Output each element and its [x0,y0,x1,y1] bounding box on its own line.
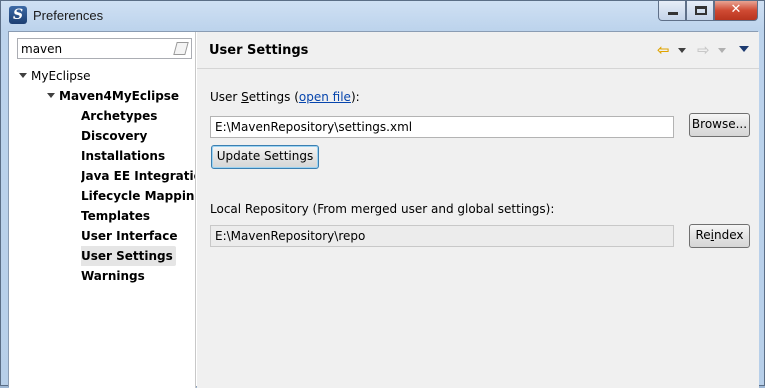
tree-item-archetypes[interactable]: Archetypes [81,106,195,126]
maximize-button[interactable] [686,1,714,21]
tree-item-label: User Settings [81,246,176,266]
reindex-button[interactable]: Reindex [689,224,750,248]
expand-arrow-icon[interactable] [47,93,55,98]
local-repository-path-field: E:\MavenRepository\repo [210,225,674,247]
caption-buttons: ✕ [658,1,758,21]
tree-item-label: Warnings [81,269,145,283]
button-text: Re [695,228,711,242]
button-text: ndex [714,228,744,242]
user-settings-path-field[interactable]: E:\MavenRepository\settings.xml [210,116,674,138]
tree-item-user-interface[interactable]: User Interface [81,226,195,246]
preferences-window: S Preferences ✕ MyEclipse Maven4MyEclips… [0,0,765,388]
mnemonic-char: S [241,90,249,104]
tree-item-label: Maven4MyEclipse [59,89,180,103]
back-arrow-icon[interactable]: ⇦ [657,43,673,58]
expand-arrow-icon[interactable] [19,73,27,78]
title-bar[interactable]: S Preferences ✕ [1,1,764,31]
update-settings-button[interactable]: Update Settings [211,145,319,169]
window-title: Preferences [33,8,104,23]
label-text: ): [350,90,360,104]
tree-item-templates[interactable]: Templates [81,206,195,226]
close-button[interactable]: ✕ [714,1,758,21]
browse-button[interactable]: Browse... [689,113,750,137]
page-header: User Settings ⇦ ⇨ [197,32,759,69]
tree-item-warnings[interactable]: Warnings [81,266,195,286]
maximize-icon [695,6,707,15]
filter-field[interactable] [17,38,192,59]
label-text: ettings ( [248,90,299,104]
back-history-dropdown-icon[interactable] [678,48,686,53]
clear-filter-icon[interactable] [173,42,189,55]
tree-item-label: MyEclipse [31,69,91,83]
dialog-body: MyEclipse Maven4MyEclipse Archetypes Dis… [8,31,759,388]
label-text: User [210,90,242,104]
local-repository-label: Local Repository (From merged user and g… [210,202,555,216]
tree-item-user-settings[interactable]: User Settings [81,246,195,266]
myeclipse-icon: S [9,6,27,24]
tree-item-label: User Interface [81,229,178,243]
forward-arrow-icon[interactable]: ⇨ [697,43,713,58]
tree-item-label: Java EE Integration [81,169,195,183]
preference-page: User Settings ⇦ ⇨ User Settings (open fi… [197,32,759,388]
view-menu-icon[interactable] [739,46,749,52]
tree-item-installations[interactable]: Installations [81,146,195,166]
tree-item-lifecycle-mappings[interactable]: Lifecycle Mappings [81,186,195,206]
forward-history-dropdown-icon[interactable] [718,48,726,53]
close-icon: ✕ [730,2,742,17]
tree-item-label: Discovery [81,129,148,143]
page-title: User Settings [209,43,309,58]
tree-item-maven4myeclipse[interactable]: Maven4MyEclipse [45,86,195,106]
user-settings-label: User Settings (open file): [210,90,360,104]
minimize-button[interactable] [658,1,686,21]
history-navigation: ⇦ ⇨ [657,43,749,59]
tree-item-myeclipse[interactable]: MyEclipse [17,66,195,86]
tree-item-label: Lifecycle Mappings [81,189,195,203]
tree-item-label: Templates [81,209,151,223]
filter-input[interactable] [21,40,166,57]
open-file-link[interactable]: open file [299,90,351,104]
preference-tree-pane: MyEclipse Maven4MyEclipse Archetypes Dis… [9,32,196,388]
tree-item-java-ee-integration[interactable]: Java EE Integration [81,166,195,186]
tree-item-label: Archetypes [81,109,158,123]
minimize-icon [668,12,678,15]
tree-item-label: Installations [81,149,166,163]
tree-item-discovery[interactable]: Discovery [81,126,195,146]
